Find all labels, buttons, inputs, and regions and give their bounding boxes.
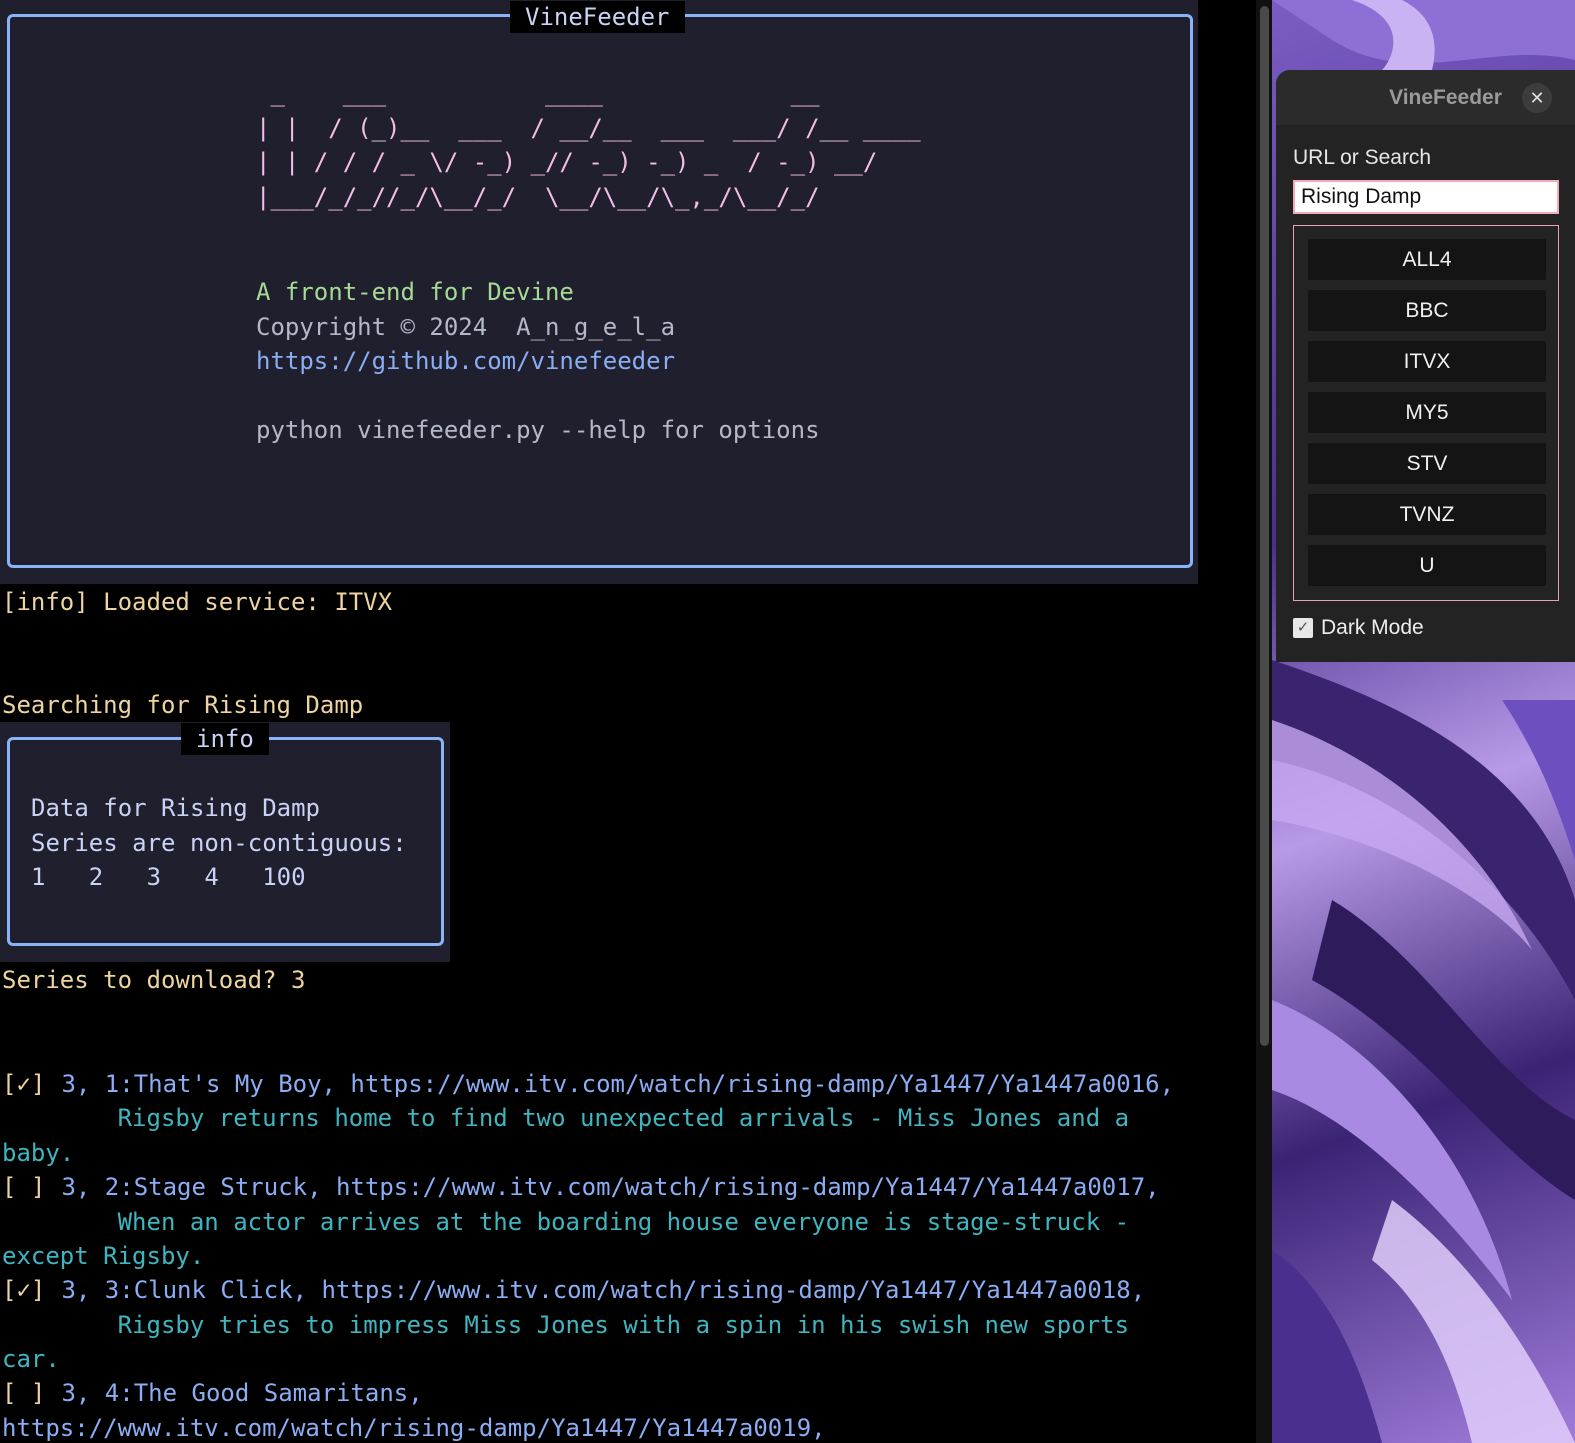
scrollbar-thumb[interactable] bbox=[1260, 6, 1269, 1046]
episode-ref: 3, 3:Clunk Click, https://www.itv.com/wa… bbox=[47, 1276, 1146, 1304]
terminal-window[interactable]: VineFeeder _ ___ ____ __ | | / (_)__ ___… bbox=[0, 0, 1258, 1443]
series-prompt[interactable]: Series to download? 3 bbox=[2, 963, 305, 998]
github-link[interactable]: https://github.com/vinefeeder bbox=[256, 344, 675, 379]
close-button[interactable]: ✕ bbox=[1522, 83, 1552, 113]
service-button-stv[interactable]: STV bbox=[1308, 443, 1546, 484]
banner-title: VineFeeder bbox=[510, 1, 685, 33]
episode-description-wrap: except Rigsby. bbox=[2, 1242, 205, 1270]
episode-url-wrap: https://www.itv.com/watch/rising-damp/Ya… bbox=[2, 1414, 826, 1442]
service-list: ALL4 BBC ITVX MY5 STV TVNZ U bbox=[1293, 225, 1559, 601]
episode-description: When an actor arrives at the boarding ho… bbox=[2, 1208, 1130, 1236]
service-button-bbc[interactable]: BBC bbox=[1308, 290, 1546, 331]
ascii-logo: _ ___ ____ __ | | / (_)__ ___ / __/__ __… bbox=[256, 79, 921, 211]
help-hint: python vinefeeder.py --help for options bbox=[256, 416, 820, 444]
info-line-data: Data for Rising Damp bbox=[31, 794, 320, 822]
episode-ref: 3, 4:The Good Samaritans, bbox=[47, 1379, 423, 1407]
info-line-series: Series are non-contiguous: bbox=[31, 829, 407, 857]
tagline: A front-end for Devine bbox=[256, 278, 574, 306]
service-button-my5[interactable]: MY5 bbox=[1308, 392, 1546, 433]
close-icon: ✕ bbox=[1529, 88, 1545, 108]
window-titlebar[interactable]: VineFeeder ✕ bbox=[1276, 70, 1575, 125]
episode-checkbox[interactable]: [✓] bbox=[2, 1067, 45, 1102]
episode-description: Rigsby returns home to find two unexpect… bbox=[2, 1104, 1130, 1132]
copyright: Copyright © 2024 A_n_g_e_l_a bbox=[256, 313, 676, 341]
search-input[interactable] bbox=[1293, 180, 1559, 214]
terminal-scrollbar[interactable] bbox=[1256, 0, 1272, 1443]
service-button-tvnz[interactable]: TVNZ bbox=[1308, 494, 1546, 535]
episode-ref: 3, 1:That's My Boy, https://www.itv.com/… bbox=[47, 1070, 1175, 1098]
episode-checkbox[interactable]: [✓] bbox=[2, 1273, 45, 1308]
info-line-numbers: 1 2 3 4 100 bbox=[31, 863, 306, 891]
vinefeeder-window: VineFeeder ✕ URL or Search ALL4 BBC ITVX… bbox=[1276, 70, 1575, 662]
episode-description-wrap: baby. bbox=[2, 1139, 75, 1167]
episode-checkbox[interactable]: [ ] bbox=[2, 1376, 45, 1411]
info-title: info bbox=[181, 723, 269, 755]
episode-description-wrap: car. bbox=[2, 1345, 60, 1373]
dark-mode-label: Dark Mode bbox=[1321, 616, 1424, 639]
log-loaded-service: [info] Loaded service: ITVX bbox=[2, 588, 393, 616]
episode-description: Rigsby tries to impress Miss Jones with … bbox=[2, 1311, 1130, 1339]
episode-checkbox[interactable]: [ ] bbox=[2, 1170, 45, 1205]
service-button-all4[interactable]: ALL4 bbox=[1308, 239, 1546, 280]
log-searching: Searching for Rising Damp bbox=[2, 691, 364, 719]
service-button-u[interactable]: U bbox=[1308, 545, 1546, 586]
episode-ref: 3, 2:Stage Struck, https://www.itv.com/w… bbox=[47, 1173, 1160, 1201]
service-button-itvx[interactable]: ITVX bbox=[1308, 341, 1546, 382]
checkbox-checked-icon[interactable]: ✓ bbox=[1293, 618, 1313, 638]
url-search-label: URL or Search bbox=[1293, 146, 1432, 169]
